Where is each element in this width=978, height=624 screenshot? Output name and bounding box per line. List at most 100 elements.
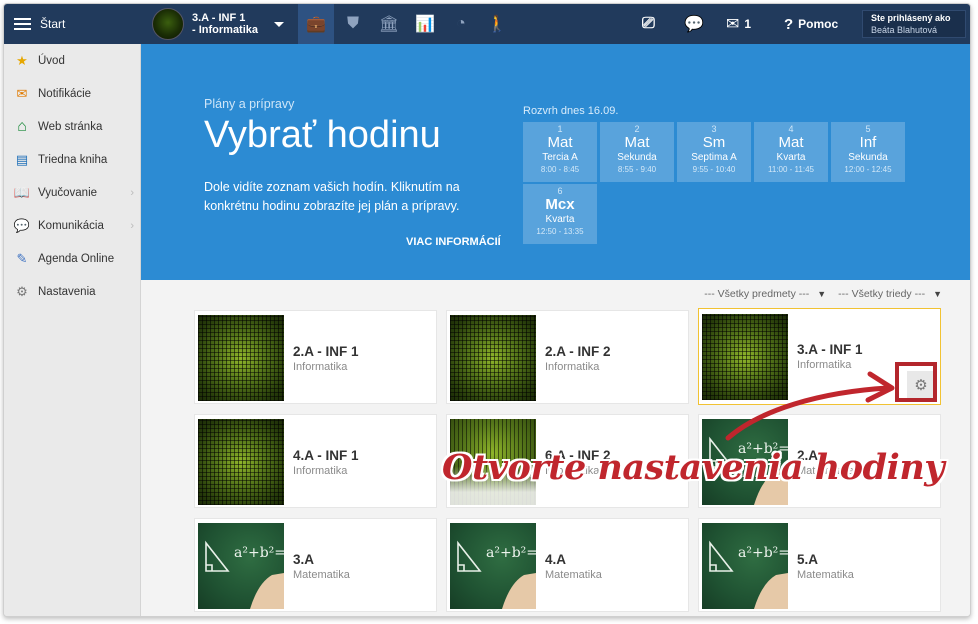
logged-in-user[interactable]: Ste prihlásený ako Beáta Blahutová bbox=[862, 10, 966, 38]
sidebar-item-web-stranka[interactable]: ⌂ Web stránka bbox=[4, 110, 140, 143]
lesson-card[interactable]: 2.A - INF 2 Informatika bbox=[446, 310, 689, 404]
subject-filter[interactable]: --- Všetky predmety --- ▼ bbox=[704, 288, 826, 300]
sidebar: ★ Úvod ✉ Notifikácie ⌂ Web stránka ▤ Tri… bbox=[4, 44, 141, 616]
svg-text:a²+b²=: a²+b²= bbox=[234, 545, 284, 561]
chevron-down-icon: ▼ bbox=[817, 289, 827, 299]
sidebar-item-notifikacie[interactable]: ✉ Notifikácie bbox=[4, 77, 140, 110]
lesson-name: 4.A bbox=[545, 552, 567, 567]
lesson-card[interactable]: a²+b²= 5.A Matematika bbox=[698, 518, 941, 612]
slot-class: Kvarta bbox=[545, 214, 575, 225]
chevron-right-icon: › bbox=[130, 186, 134, 199]
mail-button[interactable]: ✉ 1 bbox=[726, 4, 751, 44]
slot-time: 12:50 - 13:35 bbox=[536, 227, 584, 236]
school-building-icon[interactable]: 🏛 bbox=[371, 4, 407, 44]
chevron-down-icon bbox=[274, 21, 284, 27]
people-walking-icon[interactable]: 🚶 bbox=[479, 4, 515, 44]
lesson-subject: Matematika bbox=[293, 569, 350, 581]
hero-banner: Plány a prípravy Vybrať hodinu Dole vidí… bbox=[141, 44, 970, 280]
top-bar: Štart 3.A - INF 1 - Informatika 💼 ⛊ 🏛 📊 … bbox=[4, 4, 970, 44]
sidebar-item-label: Nastavenia bbox=[38, 285, 96, 298]
page-title: Vybrať hodinu bbox=[204, 114, 441, 156]
class-selector-label: 3.A - INF 1 - Informatika bbox=[192, 12, 259, 36]
envelope-icon: ✉ bbox=[16, 85, 28, 101]
lesson-card[interactable]: a²+b²= 3.A Matematika bbox=[194, 518, 437, 612]
sidebar-item-uvod[interactable]: ★ Úvod bbox=[4, 44, 140, 77]
schedule-slot[interactable]: 6 Mcx Kvarta 12:50 - 13:35 bbox=[523, 184, 597, 244]
slot-class: Kvarta bbox=[776, 152, 806, 163]
logged-in-label: Ste prihlásený ako bbox=[871, 13, 951, 23]
lesson-name: 3.A bbox=[293, 552, 315, 567]
slot-time: 12:00 - 12:45 bbox=[844, 165, 892, 174]
lesson-subject: Informatika bbox=[293, 465, 348, 477]
shield-icon[interactable]: ⛊ bbox=[335, 4, 371, 44]
lesson-name: 2.A - INF 2 bbox=[545, 344, 611, 359]
schedule-slot[interactable]: 1 Mat Tercia A 8:00 - 8:45 bbox=[523, 122, 597, 182]
slot-class: Septima A bbox=[691, 152, 737, 163]
settings-highlight-box bbox=[895, 362, 937, 402]
slot-subject: Inf bbox=[859, 134, 877, 151]
sidebar-item-nastavenia[interactable]: ⚙ Nastavenia bbox=[4, 275, 140, 308]
lesson-card[interactable]: a²+b²= 4.A Matematika bbox=[446, 518, 689, 612]
help-button[interactable]: ? Pomoc bbox=[784, 4, 838, 44]
slot-subject: Mat bbox=[624, 134, 650, 151]
slot-subject: Mat bbox=[778, 134, 804, 151]
slot-time: 11:00 - 11:45 bbox=[768, 165, 814, 174]
present-icon[interactable]: ⎚ bbox=[642, 4, 655, 44]
sidebar-item-label: Triedna kniha bbox=[38, 153, 108, 166]
chevron-down-icon: ▼ bbox=[933, 289, 942, 299]
sidebar-item-komunikacia[interactable]: 💬 Komunikácia › bbox=[4, 209, 140, 242]
help-label: Pomoc bbox=[798, 17, 839, 31]
lesson-subject: Matematika bbox=[545, 569, 602, 581]
schedule-heading: Rozvrh dnes 16.09. bbox=[523, 105, 619, 117]
hero-kicker: Plány a prípravy bbox=[204, 97, 295, 111]
home-icon: ⌂ bbox=[17, 117, 27, 135]
class-filter-value: --- Všetky triedy --- bbox=[838, 288, 926, 300]
tutorial-annotation: Otvorte nastavenia hodiny bbox=[442, 447, 945, 488]
more-info-link[interactable]: VIAC INFORMÁCIÍ bbox=[406, 236, 501, 248]
lesson-thumbnail: a²+b²= bbox=[198, 523, 284, 609]
chat-icon[interactable]: 💬 bbox=[684, 4, 704, 44]
chalkboard-formula: a²+b²= bbox=[709, 540, 788, 609]
lesson-name: 4.A - INF 1 bbox=[293, 448, 359, 463]
schedule-slot[interactable]: 4 Mat Kvarta 11:00 - 11:45 bbox=[754, 122, 828, 182]
lesson-name: 3.A - INF 1 bbox=[797, 342, 863, 357]
bar-chart-icon[interactable]: 📊 bbox=[407, 4, 443, 44]
app-window: Štart 3.A - INF 1 - Informatika 💼 ⛊ 🏛 📊 … bbox=[3, 3, 971, 617]
schedule-slot[interactable]: 3 Sm Septima A 9:55 - 10:40 bbox=[677, 122, 751, 182]
lesson-card[interactable]: 2.A - INF 1 Informatika bbox=[194, 310, 437, 404]
hero-description: Dole vidíte zoznam vašich hodín. Kliknut… bbox=[204, 180, 460, 213]
svg-text:a²+b²=: a²+b²= bbox=[738, 545, 788, 561]
sidebar-item-label: Web stránka bbox=[38, 120, 103, 133]
slot-class: Sekunda bbox=[848, 152, 888, 163]
lesson-name: 2.A - INF 1 bbox=[293, 344, 359, 359]
sidebar-item-label: Notifikácie bbox=[38, 87, 92, 100]
schedule-slot[interactable]: 2 Mat Sekunda 8:55 - 9:40 bbox=[600, 122, 674, 182]
sidebar-item-label: Komunikácia bbox=[38, 219, 104, 232]
sidebar-item-label: Vyučovanie bbox=[38, 186, 98, 199]
class-thumbnail bbox=[152, 8, 184, 40]
schedule-slot[interactable]: 5 Inf Sekunda 12:00 - 12:45 bbox=[831, 122, 905, 182]
start-menu-button[interactable]: Štart bbox=[4, 4, 141, 44]
lesson-card[interactable]: 4.A - INF 1 Informatika bbox=[194, 414, 437, 508]
lesson-thumbnail bbox=[702, 314, 788, 400]
question-icon: ? bbox=[784, 15, 794, 33]
slot-time: 8:00 - 8:45 bbox=[540, 165, 580, 174]
sidebar-item-triedna-kniha[interactable]: ▤ Triedna kniha bbox=[4, 143, 140, 176]
slot-subject: Sm bbox=[702, 134, 726, 151]
lesson-thumbnail: a²+b²= bbox=[450, 523, 536, 609]
sidebar-item-vyucovanie[interactable]: 📖 Vyučovanie › bbox=[4, 176, 140, 209]
briefcase-icon[interactable]: 💼 bbox=[298, 4, 334, 44]
lesson-thumbnail bbox=[198, 315, 284, 401]
class-selector[interactable]: 3.A - INF 1 - Informatika bbox=[152, 8, 284, 40]
sidebar-item-label: Úvod bbox=[38, 54, 65, 67]
slot-class: Tercia A bbox=[542, 152, 578, 163]
class-filter[interactable]: --- Všetky triedy --- ▼ bbox=[838, 288, 942, 300]
sidebar-item-label: Agenda Online bbox=[38, 252, 115, 265]
clock-icon[interactable]: ◔ bbox=[443, 4, 479, 44]
slot-time: 9:55 - 10:40 bbox=[692, 165, 736, 174]
sidebar-item-agenda-online[interactable]: ✎ Agenda Online bbox=[4, 242, 140, 275]
slot-class: Sekunda bbox=[617, 152, 657, 163]
mail-count-badge: 1 bbox=[744, 17, 752, 31]
user-name: Beáta Blahutová bbox=[871, 25, 938, 35]
book-icon: ▤ bbox=[15, 151, 29, 167]
